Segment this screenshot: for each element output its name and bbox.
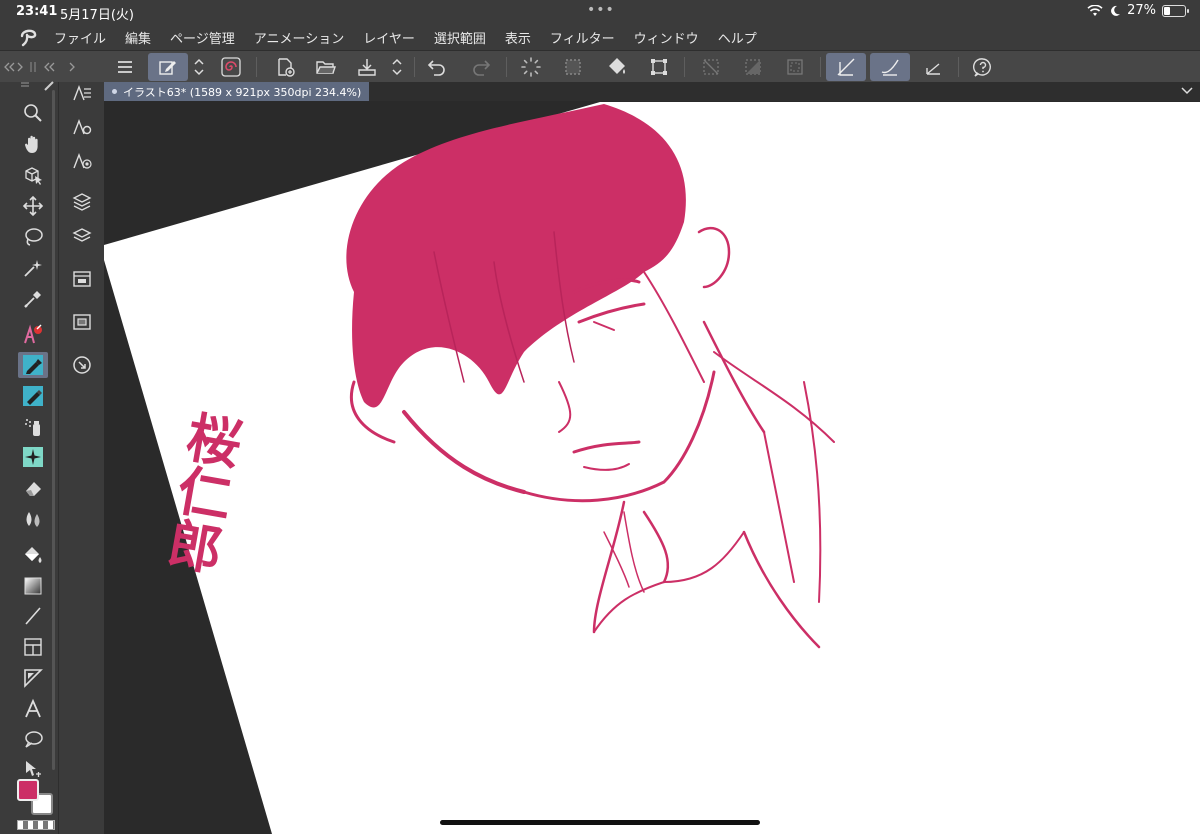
multitask-dots[interactable]: •••: [587, 2, 615, 18]
decoration-tool-icon[interactable]: [18, 444, 48, 470]
save-cycle-icon[interactable]: [386, 53, 408, 81]
frame-border-tool-icon[interactable]: [18, 634, 48, 660]
blend-tool-icon[interactable]: [18, 506, 48, 532]
eyedropper-icon[interactable]: [18, 286, 48, 312]
menu-layer[interactable]: レイヤー: [363, 28, 415, 47]
snap-to-grid-icon[interactable]: [918, 53, 948, 81]
snap-to-ruler-button[interactable]: [826, 53, 866, 81]
gradient-tool-icon[interactable]: [18, 573, 48, 599]
collapse-sub-icon[interactable]: [41, 60, 63, 74]
toolbar-separator: [256, 57, 257, 77]
menu-page[interactable]: ページ管理: [170, 28, 235, 47]
fill-bucket-icon[interactable]: [602, 53, 632, 81]
wifi-icon: [1087, 4, 1103, 16]
chevron-down-icon[interactable]: [1180, 84, 1194, 98]
layer-icon[interactable]: [67, 222, 97, 250]
moon-icon: [1111, 5, 1121, 16]
document-tab[interactable]: イラスト63* (1589 x 921px 350dpi 234.4%): [104, 82, 370, 101]
home-indicator[interactable]: [440, 820, 760, 825]
select-all-icon[interactable]: [558, 53, 588, 81]
help-icon[interactable]: [968, 53, 998, 81]
menu-icon[interactable]: [110, 53, 140, 81]
palette-menu-icon[interactable]: [20, 81, 32, 89]
pencil-tool-icon[interactable]: [18, 383, 48, 409]
toolbar-separator: [684, 57, 685, 77]
layer-property-icon[interactable]: [67, 188, 97, 216]
ruler-tool-icon[interactable]: [18, 665, 48, 691]
collapse-left-icon[interactable]: [3, 60, 25, 74]
snap-to-special-ruler-button[interactable]: [870, 53, 910, 81]
color-pen-tool-icon[interactable]: [18, 322, 48, 348]
document-tab-label: イラスト63* (1589 x 921px 350dpi 234.4%): [123, 85, 362, 99]
toolbar-separator: [506, 57, 507, 77]
menu-window[interactable]: ウィンドウ: [634, 28, 699, 47]
app-logo-icon[interactable]: [18, 27, 40, 47]
save-icon[interactable]: [352, 53, 382, 81]
tool-palette: [0, 81, 58, 834]
move-tool-icon[interactable]: [18, 193, 48, 219]
transform-icon[interactable]: [644, 53, 674, 81]
toolbar-separator: [820, 57, 821, 77]
canvas-edit-button[interactable]: [148, 53, 188, 81]
command-bar: [0, 50, 1200, 82]
new-page-icon[interactable]: [270, 53, 300, 81]
menu-help[interactable]: ヘルプ: [718, 28, 757, 47]
fill-tool-icon[interactable]: [18, 542, 48, 568]
expand-sub-icon[interactable]: [65, 60, 81, 74]
line-tool-icon[interactable]: [18, 603, 48, 629]
balloon-tool-icon[interactable]: [18, 726, 48, 752]
panel-handle-icon[interactable]: [27, 60, 39, 74]
undo-icon[interactable]: [422, 53, 452, 81]
canvas-area[interactable]: 桜仁郎 イラスト63* (1589 x 921px 350dpi 234.4%): [104, 82, 1200, 834]
lasso-tool-icon[interactable]: [18, 224, 48, 250]
battery-icon: [1162, 4, 1189, 17]
status-date: 5月17日(火): [60, 8, 134, 23]
canvas-artwork[interactable]: 桜仁郎: [104, 82, 1200, 834]
battery-level: [1164, 6, 1170, 15]
menu-bar: ファイル 編集 ページ管理 アニメーション レイヤー 選択範囲 表示 フィルター…: [0, 24, 1200, 50]
cycle-up-down-icon[interactable]: [188, 53, 210, 81]
pen-tool-icon[interactable]: [18, 352, 48, 378]
navigator-icon[interactable]: [67, 308, 97, 336]
tool-palette-scrollbar[interactable]: [52, 90, 55, 770]
menu-filter[interactable]: フィルター: [550, 28, 615, 47]
battery-percent: 27%: [1127, 3, 1156, 18]
status-time: 23:41: [16, 4, 58, 19]
toolbar-separator: [958, 57, 959, 77]
airbrush-tool-icon[interactable]: [18, 414, 48, 440]
open-folder-icon[interactable]: [310, 53, 340, 81]
zoom-tool-icon[interactable]: [18, 100, 48, 126]
selection-border-icon[interactable]: [780, 53, 810, 81]
main-color-swatch[interactable]: [17, 779, 39, 801]
spiral-icon[interactable]: [216, 53, 246, 81]
object-tool-icon[interactable]: [18, 162, 48, 188]
transparent-color-swatch[interactable]: [17, 820, 55, 830]
loading-icon[interactable]: [516, 53, 546, 81]
eraser-tool-icon[interactable]: [18, 475, 48, 501]
toolbar-separator: [414, 57, 415, 77]
modified-dot: [112, 89, 117, 94]
menu-selection[interactable]: 選択範囲: [434, 28, 486, 47]
menu-file[interactable]: ファイル: [54, 28, 106, 47]
sub-view-icon[interactable]: [67, 351, 97, 379]
deselect-icon[interactable]: [696, 53, 726, 81]
redo-icon[interactable]: [466, 53, 496, 81]
hand-tool-icon[interactable]: [18, 131, 48, 157]
invert-selection-icon[interactable]: [738, 53, 768, 81]
magic-wand-icon[interactable]: [18, 255, 48, 281]
menu-edit[interactable]: 編集: [125, 28, 151, 47]
status-right: 27%: [1087, 3, 1189, 18]
sub-tool-palette: [58, 82, 104, 834]
brush-size-icon[interactable]: [67, 146, 97, 174]
tool-property-icon[interactable]: [67, 112, 97, 140]
sub-tool-list-icon[interactable]: [67, 78, 97, 106]
menu-animation[interactable]: アニメーション: [254, 28, 344, 47]
status-bar: 23:41 5月17日(火) ••• 27%: [0, 0, 1200, 24]
text-tool-icon[interactable]: [18, 696, 48, 722]
material-icon[interactable]: [67, 265, 97, 293]
menu-view[interactable]: 表示: [505, 28, 531, 47]
